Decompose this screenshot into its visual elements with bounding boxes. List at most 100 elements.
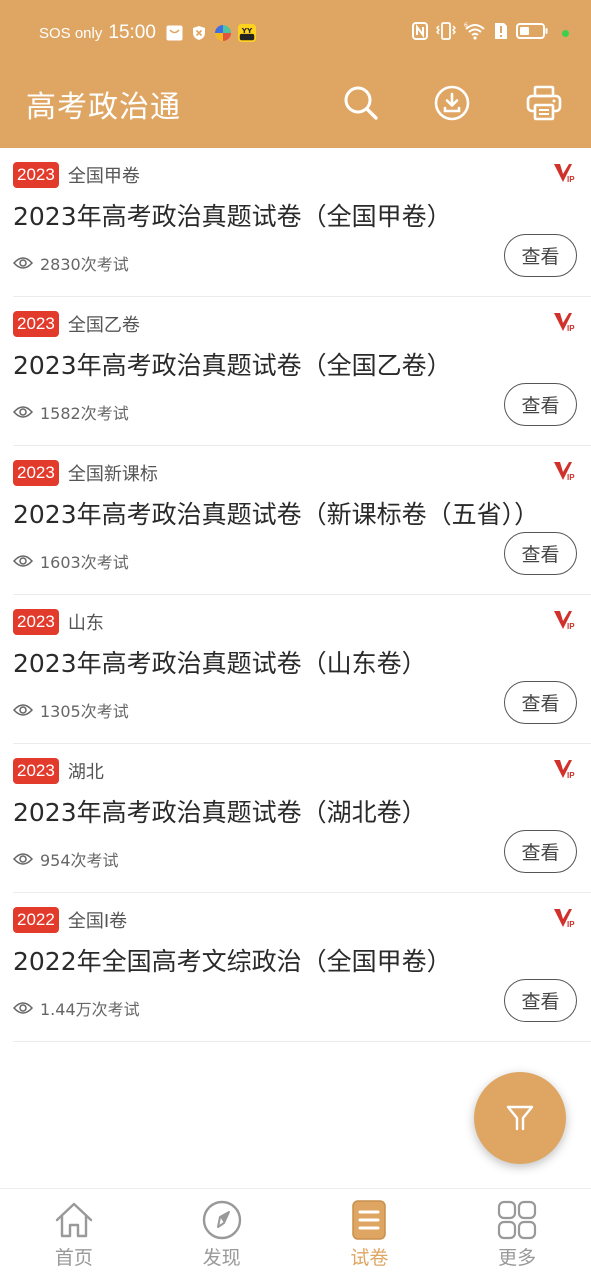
region-label: 湖北	[67, 762, 104, 783]
filter-icon	[506, 1105, 534, 1131]
yy-app-icon: YY	[237, 24, 256, 42]
wifi-icon: 6	[464, 22, 486, 44]
sim-alert-icon	[494, 22, 508, 44]
year-badge: 2023	[13, 311, 59, 337]
view-button[interactable]: 查看	[504, 681, 577, 724]
region-label: 山东	[67, 613, 104, 634]
nav-item-home[interactable]: 首页	[0, 1189, 148, 1280]
paper-list[interactable]: 2023 全国甲卷 IP 2023年高考政治真题试卷（全国甲卷） 2830次考试…	[0, 148, 591, 1188]
app-header: 高考政治通	[0, 62, 591, 148]
download-button[interactable]	[431, 82, 473, 124]
grid-icon	[498, 1200, 537, 1240]
paper-card[interactable]: 2023 全国新课标 IP 2023年高考政治真题试卷（新课标卷（五省）） 16…	[13, 446, 591, 595]
search-icon	[344, 86, 378, 120]
svg-text:IP: IP	[567, 622, 575, 631]
app-title: 高考政治通	[26, 90, 181, 125]
eye-icon	[13, 555, 33, 567]
bottom-nav: 首页 发现 试卷 更多	[0, 1188, 591, 1280]
paper-card[interactable]: 2023 全国甲卷 IP 2023年高考政治真题试卷（全国甲卷） 2830次考试…	[13, 148, 591, 297]
svg-text:6: 6	[464, 22, 468, 29]
paper-title[interactable]: 2022年全国高考文综政治（全国甲卷）	[13, 943, 591, 981]
nav-label: 发现	[202, 1247, 241, 1269]
eye-icon	[13, 257, 33, 269]
svg-text:IP: IP	[567, 473, 575, 482]
paper-title[interactable]: 2023年高考政治真题试卷（全国乙卷）	[13, 347, 591, 385]
exam-count: 1603次考试	[13, 549, 129, 573]
battery-icon	[516, 22, 548, 44]
status-bar: SOS only 15:00 YY 6	[0, 0, 591, 62]
nav-item-more[interactable]: 更多	[443, 1189, 591, 1280]
print-icon	[526, 85, 562, 121]
region-label: 全国新课标	[67, 464, 158, 485]
exam-count: 954次考试	[13, 847, 119, 871]
paper-card[interactable]: 2023 山东 IP 2023年高考政治真题试卷（山东卷） 1305次考试 查看	[13, 595, 591, 744]
year-badge: 2022	[13, 907, 59, 933]
shield-x-icon	[190, 24, 208, 42]
vip-icon: IP	[554, 462, 575, 482]
filter-button[interactable]	[474, 1072, 566, 1164]
vip-icon: IP	[554, 909, 575, 929]
search-button[interactable]	[340, 82, 382, 124]
download-icon	[434, 85, 470, 121]
view-button[interactable]: 查看	[504, 234, 577, 277]
paper-icon	[352, 1200, 387, 1240]
exam-count-text: 1603次考试	[40, 553, 129, 572]
exam-count-text: 954次考试	[40, 851, 119, 870]
exam-count-text: 1305次考试	[40, 702, 129, 721]
view-button[interactable]: 查看	[504, 830, 577, 873]
paper-title[interactable]: 2023年高考政治真题试卷（新课标卷（五省））	[13, 496, 591, 534]
print-button[interactable]	[523, 82, 565, 124]
paper-card[interactable]: 2023 湖北 IP 2023年高考政治真题试卷（湖北卷） 954次考试 查看	[13, 744, 591, 893]
paper-card[interactable]: 2022 全国I卷 IP 2022年全国高考文综政治（全国甲卷） 1.44万次考…	[13, 893, 591, 1042]
app-root: SOS only 15:00 YY 6 高考政治通 2023 全国甲卷 IP 2…	[0, 0, 591, 1280]
view-button[interactable]: 查看	[504, 532, 577, 575]
region-label: 全国乙卷	[67, 315, 140, 336]
exam-count-text: 2830次考试	[40, 255, 129, 274]
exam-count: 1582次考试	[13, 400, 129, 424]
view-button[interactable]: 查看	[504, 979, 577, 1022]
svg-text:IP: IP	[567, 920, 575, 929]
nfc-icon	[412, 22, 428, 44]
svg-text:IP: IP	[567, 771, 575, 780]
view-button[interactable]: 查看	[504, 383, 577, 426]
eye-icon	[13, 406, 33, 418]
vibrate-icon	[436, 22, 456, 44]
mail-icon	[166, 24, 184, 42]
exam-count-text: 1.44万次考试	[40, 1000, 140, 1019]
compass-icon	[202, 1200, 241, 1240]
year-badge: 2023	[13, 460, 59, 486]
exam-count: 2830次考试	[13, 251, 129, 275]
nav-label: 更多	[498, 1247, 537, 1269]
nav-item-papers[interactable]: 试卷	[296, 1189, 444, 1280]
eye-icon	[13, 853, 33, 865]
svg-text:IP: IP	[567, 175, 575, 184]
privacy-indicator-dot	[562, 29, 569, 37]
region-label: 全国甲卷	[67, 166, 140, 187]
year-badge: 2023	[13, 609, 59, 635]
svg-text:IP: IP	[567, 324, 575, 333]
carrier-text: SOS only	[39, 24, 103, 42]
vip-icon: IP	[554, 760, 575, 780]
region-label: 全国I卷	[67, 911, 128, 932]
svg-text:YY: YY	[241, 26, 253, 35]
nav-item-discover[interactable]: 发现	[148, 1189, 296, 1280]
year-badge: 2023	[13, 162, 59, 188]
nav-label: 试卷	[350, 1247, 389, 1269]
home-icon	[55, 1202, 93, 1238]
exam-count: 1.44万次考试	[13, 996, 140, 1020]
paper-title[interactable]: 2023年高考政治真题试卷（湖北卷）	[13, 794, 591, 832]
clock: 15:00	[108, 22, 156, 43]
colorful-app-icon	[214, 24, 232, 42]
vip-icon: IP	[554, 611, 575, 631]
eye-icon	[13, 1002, 33, 1014]
exam-count: 1305次考试	[13, 698, 129, 722]
paper-card[interactable]: 2023 全国乙卷 IP 2023年高考政治真题试卷（全国乙卷） 1582次考试…	[13, 297, 591, 446]
vip-icon: IP	[554, 164, 575, 184]
paper-title[interactable]: 2023年高考政治真题试卷（全国甲卷）	[13, 198, 591, 236]
eye-icon	[13, 704, 33, 716]
exam-count-text: 1582次考试	[40, 404, 129, 423]
vip-icon: IP	[554, 313, 575, 333]
year-badge: 2023	[13, 758, 59, 784]
paper-title[interactable]: 2023年高考政治真题试卷（山东卷）	[13, 645, 591, 683]
nav-label: 首页	[54, 1247, 93, 1269]
